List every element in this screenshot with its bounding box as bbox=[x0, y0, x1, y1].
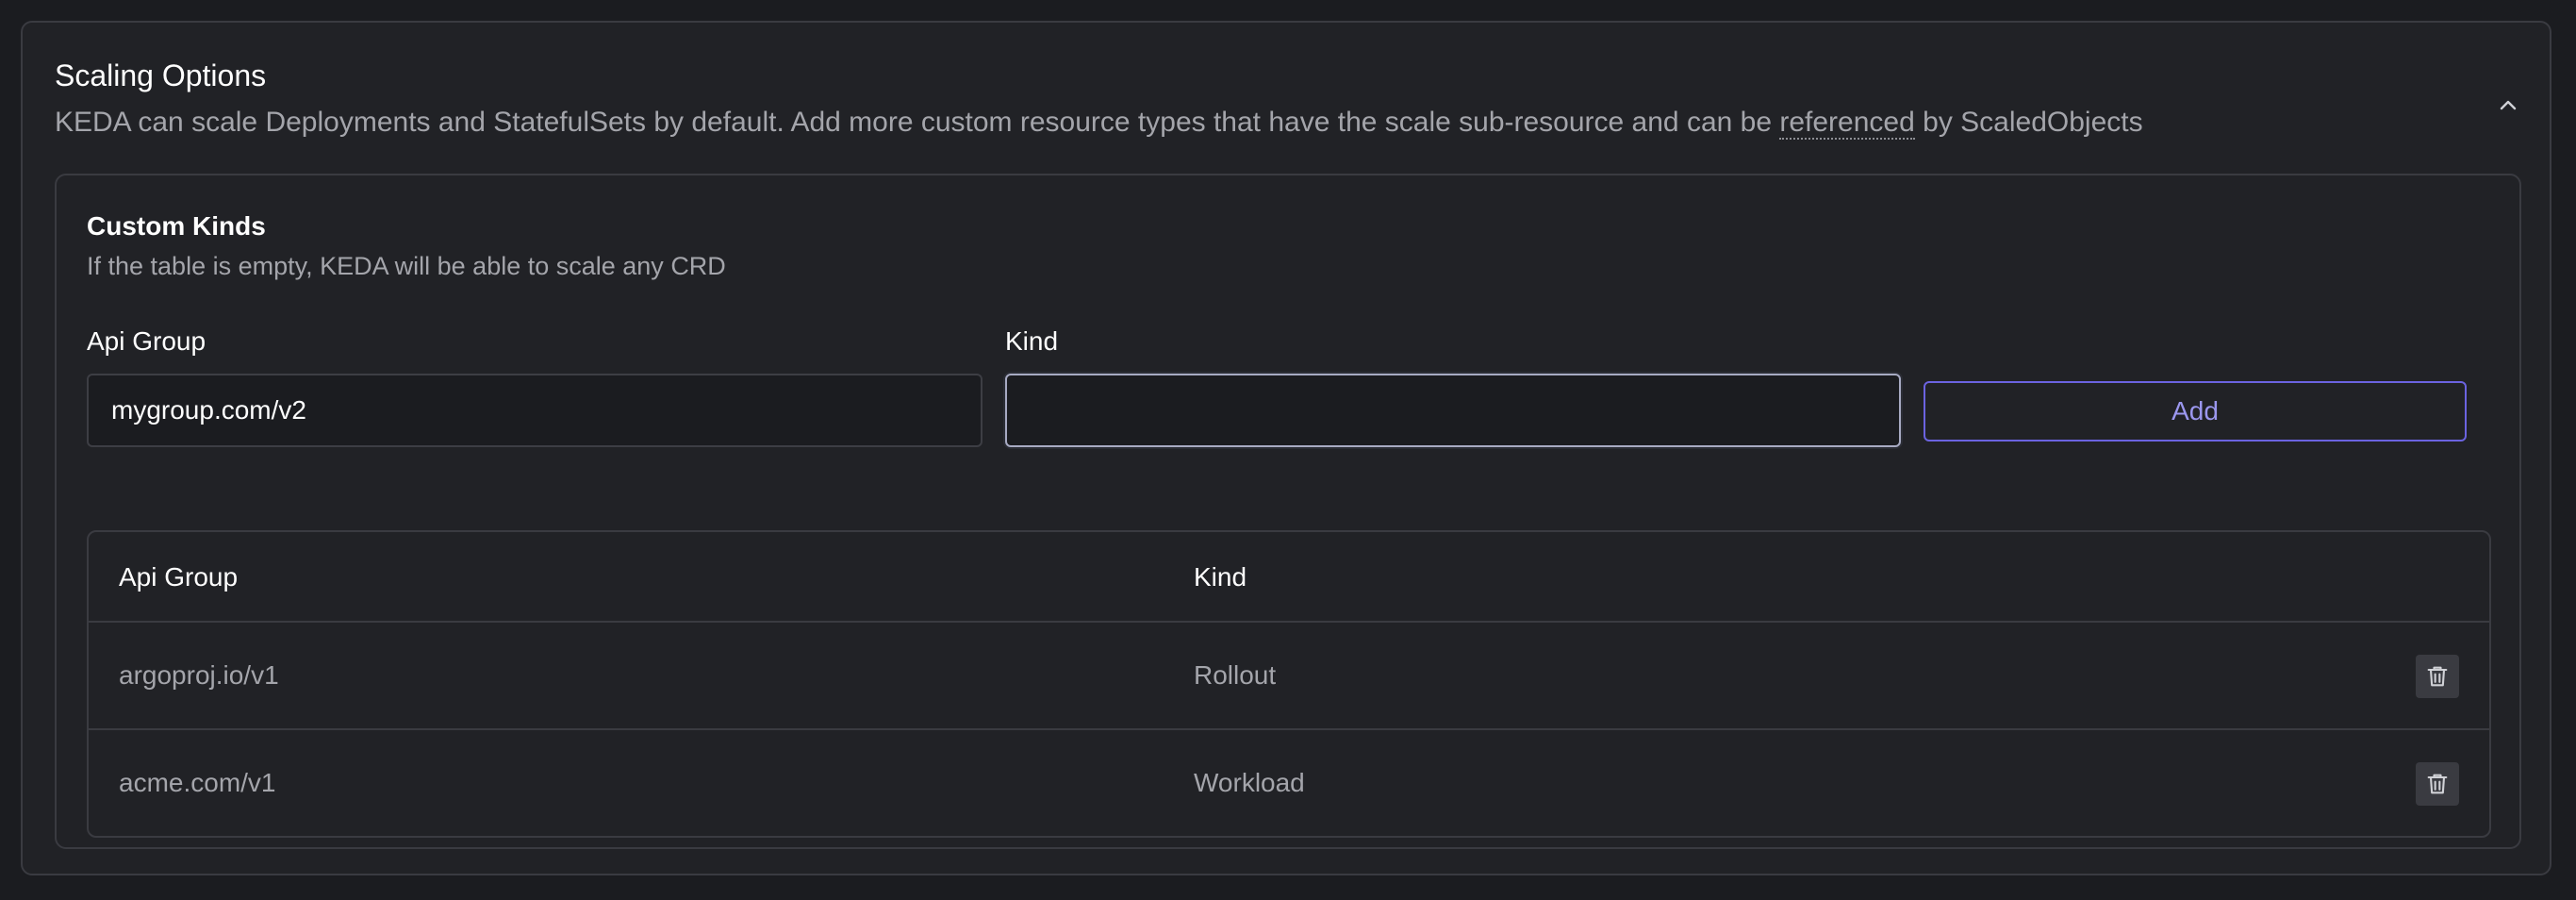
table-row: argoproj.io/v1 Rollout bbox=[89, 623, 2489, 730]
table-row: acme.com/v1 Workload bbox=[89, 730, 2489, 836]
custom-kinds-title: Custom Kinds bbox=[87, 211, 266, 241]
table-header: Api Group Kind bbox=[89, 532, 2489, 623]
kind-label: Kind bbox=[1005, 326, 1059, 356]
delete-row-button[interactable] bbox=[2416, 655, 2459, 698]
row-api-group: argoproj.io/v1 bbox=[119, 660, 279, 690]
custom-kinds-card: Custom Kinds If the table is empty, KEDA… bbox=[55, 174, 2521, 849]
section-description-text: KEDA can scale Deployments and StatefulS… bbox=[55, 107, 1780, 138]
column-header-api-group: Api Group bbox=[119, 562, 239, 592]
section-description: KEDA can scale Deployments and StatefulS… bbox=[55, 104, 2143, 142]
row-api-group: acme.com/v1 bbox=[119, 768, 276, 797]
api-group-input[interactable] bbox=[87, 374, 983, 447]
section-description-tail: by ScaledObjects bbox=[1914, 107, 2143, 138]
section-title: Scaling Options bbox=[55, 58, 267, 92]
trash-icon bbox=[2427, 774, 2448, 794]
custom-kinds-description: If the table is empty, KEDA will be able… bbox=[87, 252, 726, 280]
custom-kinds-table: Api Group Kind argoproj.io/v1 Rollout ac… bbox=[87, 530, 2491, 838]
api-group-label: Api Group bbox=[87, 326, 206, 356]
add-button[interactable]: Add bbox=[1924, 381, 2467, 442]
column-header-kind: Kind bbox=[1194, 562, 1247, 592]
scaling-options-panel: Scaling Options KEDA can scale Deploymen… bbox=[21, 21, 2551, 875]
kind-input[interactable] bbox=[1005, 374, 1901, 447]
trash-icon bbox=[2427, 666, 2448, 687]
chevron-up-icon bbox=[2500, 100, 2517, 110]
delete-row-button[interactable] bbox=[2416, 762, 2459, 806]
row-kind: Workload bbox=[1194, 768, 1305, 797]
collapse-button[interactable] bbox=[2489, 87, 2527, 125]
referenced-tooltip-term[interactable]: referenced bbox=[1779, 107, 1915, 140]
row-kind: Rollout bbox=[1194, 660, 1277, 690]
